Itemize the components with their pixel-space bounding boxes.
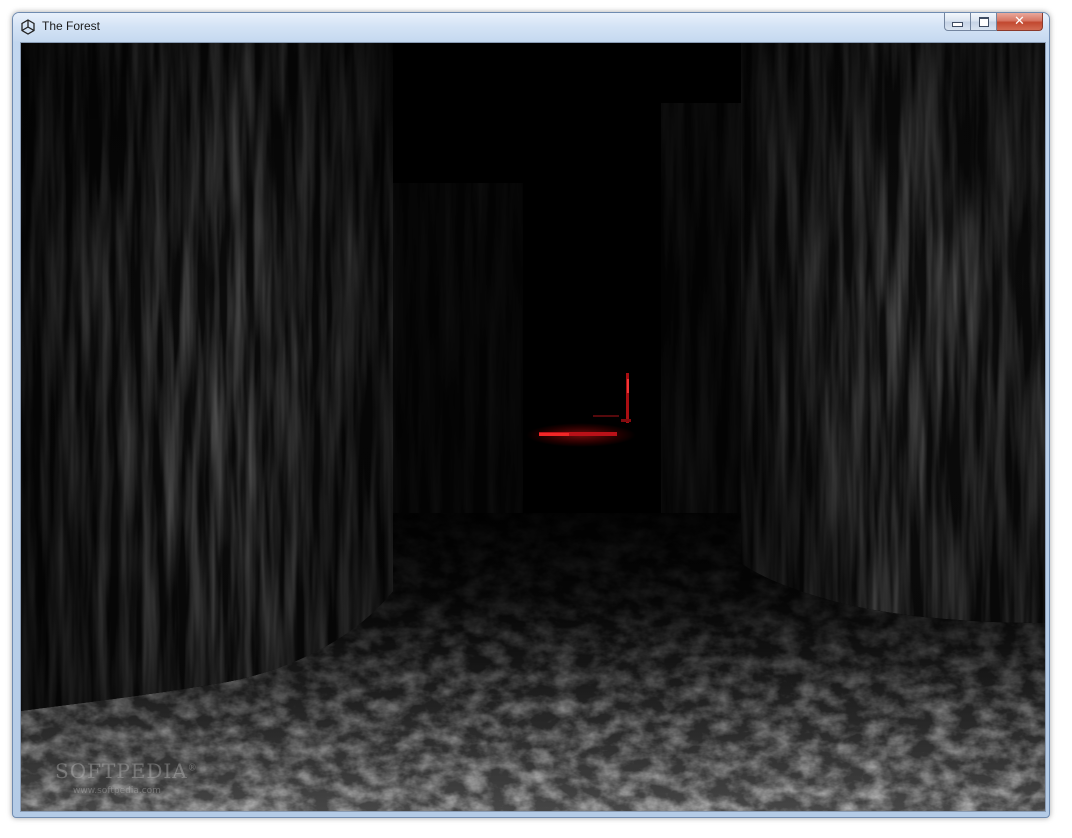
window-title: The Forest	[42, 19, 101, 33]
unity-icon	[21, 19, 35, 35]
title-bar[interactable]: The Forest ✕	[13, 13, 1049, 41]
minimize-button[interactable]	[944, 13, 971, 31]
right-tree-trunk	[741, 43, 1045, 623]
minimize-icon	[952, 22, 963, 27]
watermark-brand: SOFTPEDIA	[55, 759, 188, 783]
game-window: The Forest ✕ SOFTPEDIA® www.softpedia.co…	[12, 12, 1050, 818]
watermark-url: www.softpedia.com	[73, 786, 161, 796]
softpedia-watermark: SOFTPEDIA®	[55, 759, 198, 783]
close-icon: ✕	[1014, 14, 1025, 29]
watermark-trademark: ®	[187, 763, 198, 774]
game-viewport[interactable]: SOFTPEDIA® www.softpedia.com	[20, 42, 1046, 812]
forest-scene	[21, 43, 1045, 811]
maximize-icon	[978, 16, 989, 27]
window-controls: ✕	[944, 13, 1043, 32]
close-button[interactable]: ✕	[997, 13, 1043, 31]
left-tree-trunk	[21, 43, 393, 711]
maximize-button[interactable]	[971, 13, 997, 31]
